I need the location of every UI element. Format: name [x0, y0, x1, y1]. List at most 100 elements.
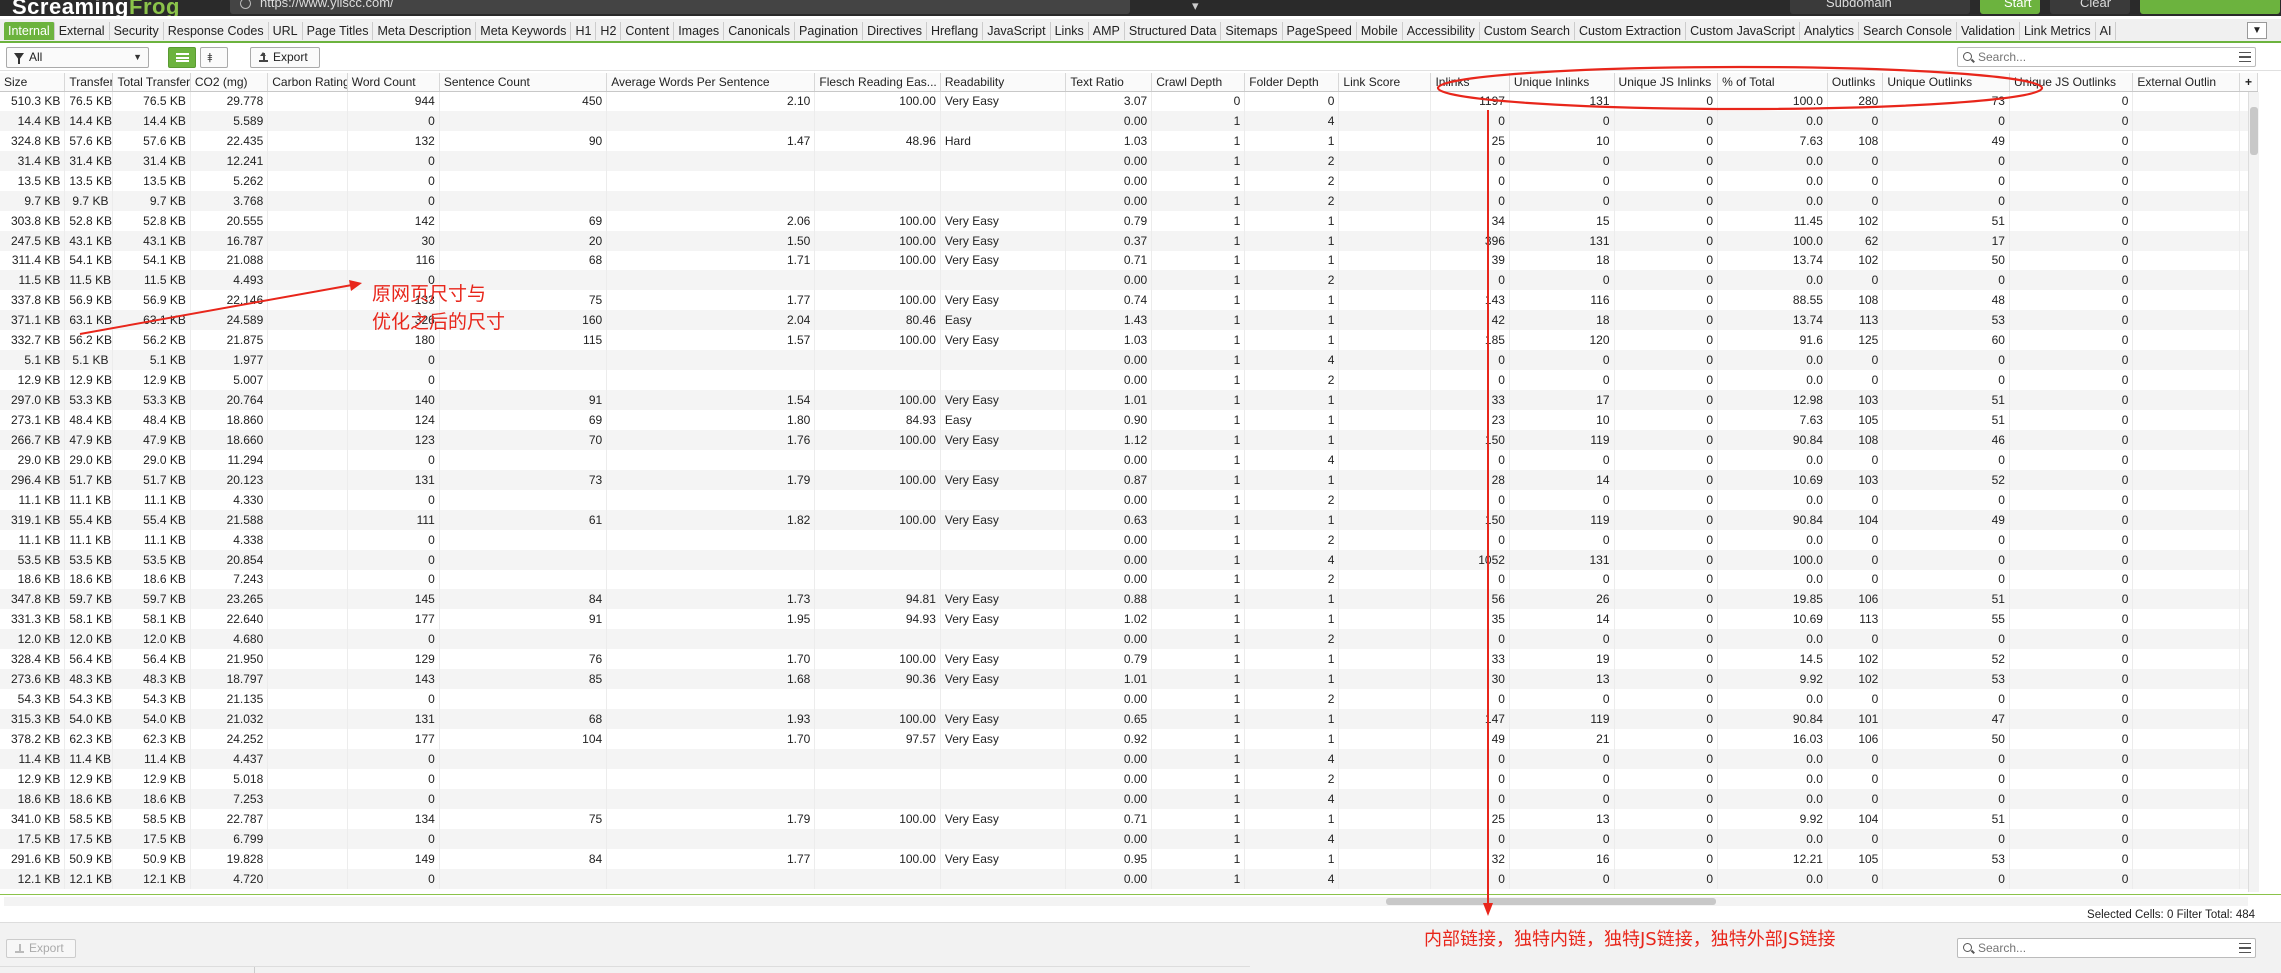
table-cell[interactable]: 311.4 KB [0, 250, 66, 271]
table-cell[interactable] [606, 110, 816, 131]
table-cell[interactable] [2132, 828, 2241, 849]
table-cell[interactable]: 90.84 [1717, 509, 1828, 530]
table-cell[interactable]: 7.243 [190, 569, 269, 590]
table-cell[interactable]: 84.93 [814, 410, 941, 430]
table-cell[interactable]: 69 [439, 210, 608, 231]
table-cell[interactable]: 5.007 [190, 370, 269, 391]
table-cell[interactable]: 58.1 KB [64, 609, 114, 630]
table-cell[interactable]: 0 [1509, 689, 1615, 710]
table-cell[interactable]: 11.4 KB [0, 748, 66, 769]
table-cell[interactable]: 11.4 KB [64, 748, 114, 769]
table-cell[interactable]: 0 [1509, 569, 1615, 590]
table-cell[interactable] [1338, 210, 1432, 231]
table-cell[interactable]: 0.79 [1065, 210, 1153, 231]
table-cell[interactable]: 1.50 [606, 230, 816, 251]
table-cell[interactable] [267, 808, 348, 829]
table-cell[interactable]: 13.5 KB [64, 170, 114, 191]
table-cell[interactable]: 0 [1151, 91, 1246, 111]
table-cell[interactable]: 1.01 [1065, 390, 1153, 410]
table-cell[interactable] [1338, 768, 1432, 789]
table-cell[interactable]: 1.77 [606, 290, 816, 311]
tab-h2[interactable]: H2 [596, 22, 622, 40]
table-cell[interactable] [267, 210, 348, 231]
tab-custom-javascript[interactable]: Custom JavaScript [1686, 22, 1800, 40]
table-cell[interactable]: 17 [1509, 390, 1615, 410]
table-cell[interactable]: 0.00 [1065, 828, 1153, 849]
table-cell[interactable]: 9.7 KB [112, 190, 191, 211]
table-cell[interactable]: 24.589 [190, 310, 269, 331]
tab-pagespeed[interactable]: PageSpeed [1283, 22, 1357, 40]
table-row[interactable]: 53.5 KB 53.5 KB 53.5 KB 20.854 0 0.00 1 4 1052 13… [0, 549, 2258, 570]
table-cell[interactable]: 0 [1614, 270, 1719, 291]
table-cell[interactable]: 0.00 [1065, 788, 1153, 809]
table-cell[interactable] [2132, 310, 2241, 331]
table-cell[interactable]: 0.00 [1065, 110, 1153, 131]
clear-url-icon[interactable]: ▾ [1192, 0, 1199, 14]
table-cell[interactable] [606, 788, 816, 809]
table-cell[interactable]: 90.84 [1717, 709, 1828, 729]
column-header[interactable]: Sentence Count [439, 73, 608, 92]
table-cell[interactable]: 54.1 KB [112, 250, 191, 271]
table-cell[interactable]: 1 [1244, 210, 1340, 231]
crawl-mode-select[interactable]: Subdomain [1790, 0, 1970, 14]
table-cell[interactable]: 12.1 KB [0, 868, 66, 889]
table-cell[interactable]: 100.00 [814, 230, 941, 251]
table-cell[interactable]: 131 [347, 709, 440, 729]
table-cell[interactable]: 18 [1509, 250, 1615, 271]
table-cell[interactable]: 11.294 [190, 449, 269, 470]
table-cell[interactable]: 0 [2009, 788, 2134, 809]
table-cell[interactable] [2132, 210, 2241, 231]
table-cell[interactable] [267, 290, 348, 311]
table-cell[interactable]: 0 [2009, 390, 2134, 410]
table-cell[interactable]: 0 [1827, 449, 1884, 470]
tab-overflow-dropdown[interactable]: ▼ [2247, 22, 2267, 39]
table-cell[interactable]: 35 [1430, 609, 1510, 630]
table-cell[interactable] [267, 230, 348, 251]
table-cell[interactable]: Very Easy [940, 290, 1067, 311]
table-cell[interactable] [267, 609, 348, 630]
table-cell[interactable]: 108 [1827, 429, 1884, 450]
table-cell[interactable]: Very Easy [940, 808, 1067, 829]
table-row[interactable]: 9.7 KB 9.7 KB 9.7 KB 3.768 0 0.00 1 2 0 0 0 0.0 0 0 0 [0, 190, 2258, 211]
table-cell[interactable]: 371.1 KB [0, 310, 66, 331]
table-cell[interactable]: 43.1 KB [64, 230, 114, 251]
table-row[interactable]: 273.6 KB 48.3 KB 48.3 KB 18.797 143 85 1.68 90.… [0, 669, 2258, 690]
table-cell[interactable] [940, 449, 1067, 470]
table-cell[interactable]: Very Easy [940, 230, 1067, 251]
table-cell[interactable]: 5.589 [190, 110, 269, 131]
table-cell[interactable]: 17.5 KB [64, 828, 114, 849]
table-cell[interactable]: 1 [1151, 509, 1246, 530]
table-cell[interactable]: 150 [1430, 509, 1510, 530]
table-cell[interactable]: 0 [2009, 868, 2134, 889]
table-cell[interactable] [1338, 828, 1432, 849]
table-cell[interactable] [267, 270, 348, 291]
table-cell[interactable] [2132, 469, 2241, 490]
table-cell[interactable]: 185 [1430, 330, 1510, 351]
column-header[interactable]: Word Count [347, 73, 440, 92]
table-cell[interactable]: 0 [1827, 270, 1884, 291]
table-cell[interactable]: 14.4 KB [112, 110, 191, 131]
table-cell[interactable]: 31.4 KB [112, 150, 191, 171]
table-cell[interactable]: 100.00 [814, 290, 941, 311]
table-cell[interactable]: 56.4 KB [64, 649, 114, 670]
table-cell[interactable]: Very Easy [940, 250, 1067, 271]
table-cell[interactable]: 18.860 [190, 410, 269, 430]
table-cell[interactable] [2132, 509, 2241, 530]
table-cell[interactable]: 100.00 [814, 330, 941, 351]
table-cell[interactable]: 84 [439, 589, 608, 610]
table-cell[interactable]: 50.9 KB [112, 848, 191, 869]
column-header[interactable]: External Outlin [2132, 73, 2241, 92]
table-cell[interactable] [1338, 370, 1432, 391]
table-cell[interactable] [606, 629, 816, 650]
table-cell[interactable]: 1 [1244, 429, 1340, 450]
table-cell[interactable]: 1 [1151, 190, 1246, 211]
table-cell[interactable]: 0.71 [1065, 808, 1153, 829]
column-header[interactable]: Unique Outlinks [1882, 73, 2010, 92]
table-cell[interactable]: 0 [347, 529, 440, 550]
table-cell[interactable]: 2.10 [606, 91, 816, 111]
table-cell[interactable]: 13 [1509, 808, 1615, 829]
table-cell[interactable]: 39 [1430, 250, 1510, 271]
table-cell[interactable]: 18.6 KB [112, 569, 191, 590]
table-cell[interactable]: 14.5 [1717, 649, 1828, 670]
table-cell[interactable]: 18.6 KB [0, 788, 66, 809]
